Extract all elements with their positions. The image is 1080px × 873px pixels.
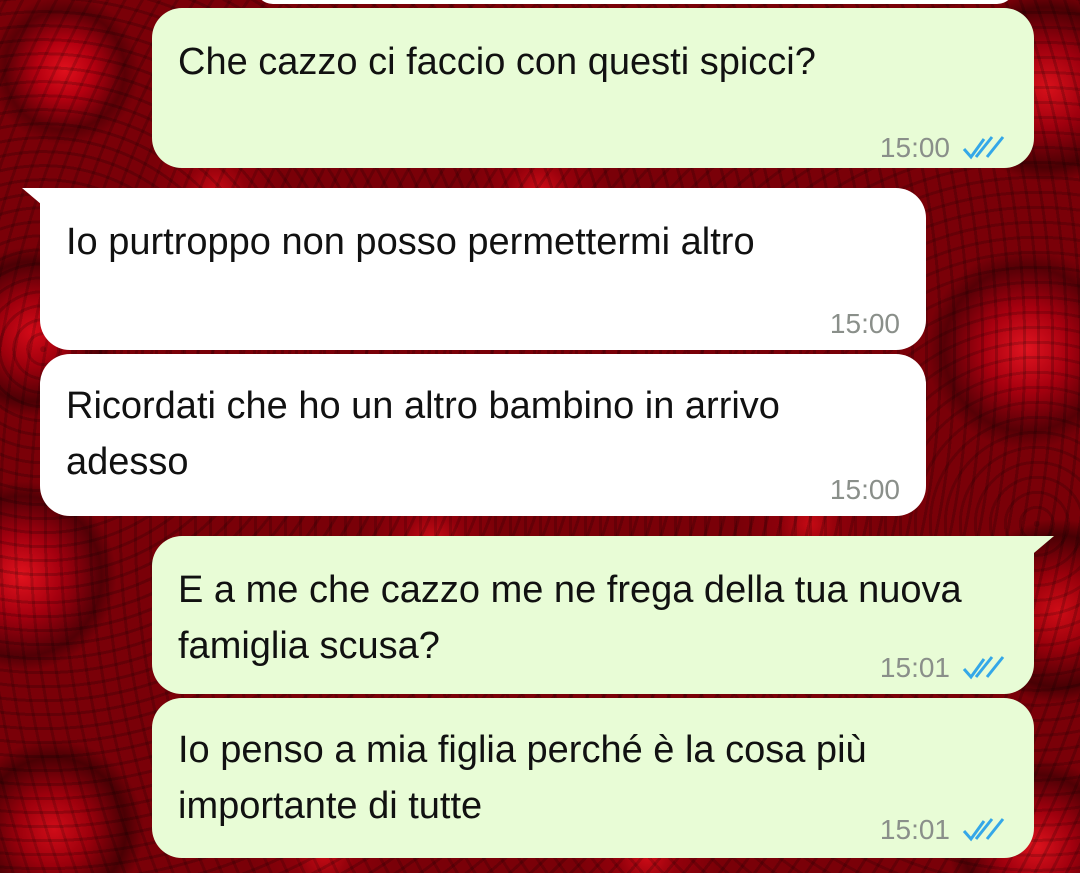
message-time: 15:01 — [879, 652, 950, 683]
message-text: Ricordati che ho un altro bambino in arr… — [66, 385, 780, 483]
read-ticks-icon — [962, 656, 1005, 680]
message-meta: 15:00 — [830, 296, 900, 352]
read-ticks-icon — [962, 818, 1005, 842]
message-text: Io purtroppo non posso permettermi altro — [66, 221, 755, 263]
message-meta: 15:00 — [830, 462, 900, 518]
message-time: 15:00 — [829, 308, 900, 339]
read-ticks-icon — [962, 136, 1005, 160]
message-meta: 15:01 — [880, 640, 1008, 696]
message-meta: 15:00 — [880, 120, 1008, 176]
message-bubble-outgoing[interactable]: E a me che cazzo me ne frega della tua n… — [152, 536, 1034, 694]
message-bubble-incoming[interactable]: Io purtroppo non posso permettermi altro… — [40, 188, 926, 350]
message-text: Che cazzo ci faccio con questi spicci? — [178, 41, 816, 83]
message-bubble-incoming[interactable]: Ricordati che ho un altro bambino in arr… — [40, 354, 926, 516]
previous-message-edge — [255, 0, 1015, 4]
message-time: 15:00 — [829, 474, 900, 505]
message-bubble-outgoing[interactable]: Io penso a mia figlia perché è la cosa p… — [152, 698, 1034, 858]
message-bubble-outgoing[interactable]: Che cazzo ci faccio con questi spicci? 1… — [152, 8, 1034, 168]
message-time: 15:00 — [879, 132, 950, 163]
message-time: 15:01 — [879, 814, 950, 845]
message-meta: 15:01 — [880, 802, 1008, 858]
